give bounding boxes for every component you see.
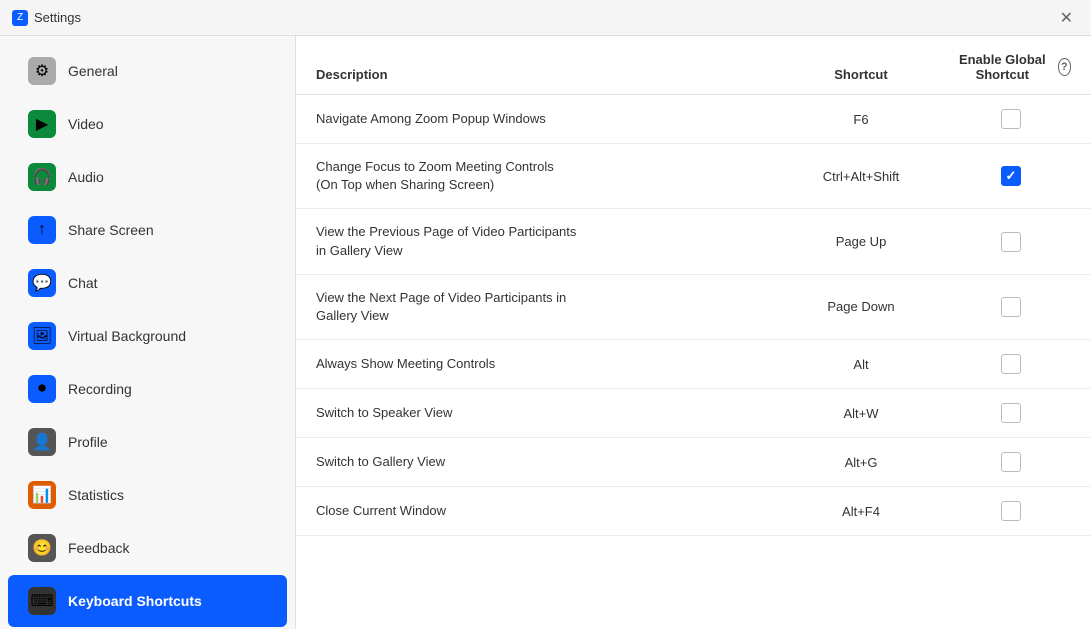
checkbox-navigate-zoom-popup[interactable]	[1001, 109, 1021, 129]
sidebar-item-share-screen[interactable]: ↑ Share Screen	[8, 204, 287, 256]
sidebar: ⚙ General ▶ Video 🎧 Audio ↑ Share Screen 💬 Chat 🖼 V…	[0, 36, 296, 629]
general-label: General	[68, 63, 118, 79]
shortcut-switch-gallery-view: Alt+G	[771, 455, 951, 470]
checkbox-container-close-current-window	[951, 501, 1071, 521]
header-global: Enable Global Shortcut ?	[951, 52, 1071, 82]
window-title: Settings	[34, 10, 81, 25]
desc-switch-gallery-view: Switch to Gallery View	[316, 453, 771, 471]
keyboard-shortcuts-icon: ⌨	[28, 587, 56, 615]
sidebar-item-keyboard-shortcuts[interactable]: ⌨ Keyboard Shortcuts	[8, 575, 287, 627]
desc-always-show-meeting: Always Show Meeting Controls	[316, 355, 771, 373]
checkbox-container-view-previous-page	[951, 232, 1071, 252]
checkbox-container-switch-gallery-view	[951, 452, 1071, 472]
checkbox-always-show-meeting[interactable]	[1001, 354, 1021, 374]
statistics-label: Statistics	[68, 487, 124, 503]
sidebar-item-recording[interactable]: ⏺ Recording	[8, 363, 287, 415]
share-screen-label: Share Screen	[68, 222, 154, 238]
row-close-current-window: Close Current WindowAlt+F4	[296, 487, 1091, 536]
sidebar-item-audio[interactable]: 🎧 Audio	[8, 151, 287, 203]
checkbox-container-always-show-meeting	[951, 354, 1071, 374]
feedback-label: Feedback	[68, 540, 129, 556]
recording-label: Recording	[68, 381, 132, 397]
title-bar-left: Z Settings	[12, 10, 81, 26]
desc-navigate-zoom-popup: Navigate Among Zoom Popup Windows	[316, 110, 771, 128]
checkbox-view-previous-page[interactable]	[1001, 232, 1021, 252]
checkbox-view-next-page[interactable]	[1001, 297, 1021, 317]
row-view-next-page: View the Next Page of Video Participants…	[296, 275, 1091, 340]
shortcut-always-show-meeting: Alt	[771, 357, 951, 372]
row-switch-gallery-view: Switch to Gallery ViewAlt+G	[296, 438, 1091, 487]
keyboard-shortcuts-label: Keyboard Shortcuts	[68, 593, 202, 609]
shortcuts-table-container: Description Shortcut Enable Global Short…	[296, 36, 1091, 629]
general-icon: ⚙	[28, 57, 56, 85]
sidebar-item-statistics[interactable]: 📊 Statistics	[8, 469, 287, 521]
virtual-background-label: Virtual Background	[68, 328, 186, 344]
help-icon[interactable]: ?	[1058, 58, 1071, 76]
desc-switch-speaker-view: Switch to Speaker View	[316, 404, 771, 422]
checkbox-switch-gallery-view[interactable]	[1001, 452, 1021, 472]
checkbox-container-change-focus-meeting	[951, 166, 1071, 186]
header-description: Description	[316, 67, 771, 82]
sidebar-item-general[interactable]: ⚙ General	[8, 45, 287, 97]
row-navigate-zoom-popup: Navigate Among Zoom Popup WindowsF6	[296, 95, 1091, 144]
desc-change-focus-meeting: Change Focus to Zoom Meeting Controls (O…	[316, 158, 771, 194]
close-button[interactable]: ✕	[1054, 6, 1079, 30]
recording-icon: ⏺	[28, 375, 56, 403]
share-screen-icon: ↑	[28, 216, 56, 244]
video-icon: ▶	[28, 110, 56, 138]
rows-container: Navigate Among Zoom Popup WindowsF6 Chang…	[296, 95, 1091, 536]
checkbox-switch-speaker-view[interactable]	[1001, 403, 1021, 423]
header-shortcut: Shortcut	[771, 67, 951, 82]
row-switch-speaker-view: Switch to Speaker ViewAlt+W	[296, 389, 1091, 438]
shortcut-navigate-zoom-popup: F6	[771, 112, 951, 127]
checkbox-container-switch-speaker-view	[951, 403, 1071, 423]
desc-view-next-page: View the Next Page of Video Participants…	[316, 289, 771, 325]
sidebar-item-profile[interactable]: 👤 Profile	[8, 416, 287, 468]
audio-label: Audio	[68, 169, 104, 185]
chat-icon: 💬	[28, 269, 56, 297]
row-always-show-meeting: Always Show Meeting ControlsAlt	[296, 340, 1091, 389]
main-content: ⚙ General ▶ Video 🎧 Audio ↑ Share Screen 💬 Chat 🖼 V…	[0, 36, 1091, 629]
shortcut-switch-speaker-view: Alt+W	[771, 406, 951, 421]
shortcut-change-focus-meeting: Ctrl+Alt+Shift	[771, 169, 951, 184]
desc-view-previous-page: View the Previous Page of Video Particip…	[316, 223, 771, 259]
virtual-background-icon: 🖼	[28, 322, 56, 350]
table-header: Description Shortcut Enable Global Short…	[296, 36, 1091, 95]
statistics-icon: 📊	[28, 481, 56, 509]
chat-label: Chat	[68, 275, 98, 291]
sidebar-item-feedback[interactable]: 😊 Feedback	[8, 522, 287, 574]
desc-close-current-window: Close Current Window	[316, 502, 771, 520]
checkbox-container-view-next-page	[951, 297, 1071, 317]
content-area: Description Shortcut Enable Global Short…	[296, 36, 1091, 629]
shortcut-view-next-page: Page Down	[771, 299, 951, 314]
checkbox-close-current-window[interactable]	[1001, 501, 1021, 521]
video-label: Video	[68, 116, 104, 132]
shortcut-view-previous-page: Page Up	[771, 234, 951, 249]
profile-icon: 👤	[28, 428, 56, 456]
shortcut-close-current-window: Alt+F4	[771, 504, 951, 519]
checkbox-change-focus-meeting[interactable]	[1001, 166, 1021, 186]
profile-label: Profile	[68, 434, 108, 450]
sidebar-item-virtual-background[interactable]: 🖼 Virtual Background	[8, 310, 287, 362]
feedback-icon: 😊	[28, 534, 56, 562]
sidebar-item-video[interactable]: ▶ Video	[8, 98, 287, 150]
row-view-previous-page: View the Previous Page of Video Particip…	[296, 209, 1091, 274]
sidebar-item-chat[interactable]: 💬 Chat	[8, 257, 287, 309]
app-icon: Z	[12, 10, 28, 26]
audio-icon: 🎧	[28, 163, 56, 191]
row-change-focus-meeting: Change Focus to Zoom Meeting Controls (O…	[296, 144, 1091, 209]
checkbox-container-navigate-zoom-popup	[951, 109, 1071, 129]
title-bar: Z Settings ✕	[0, 0, 1091, 36]
